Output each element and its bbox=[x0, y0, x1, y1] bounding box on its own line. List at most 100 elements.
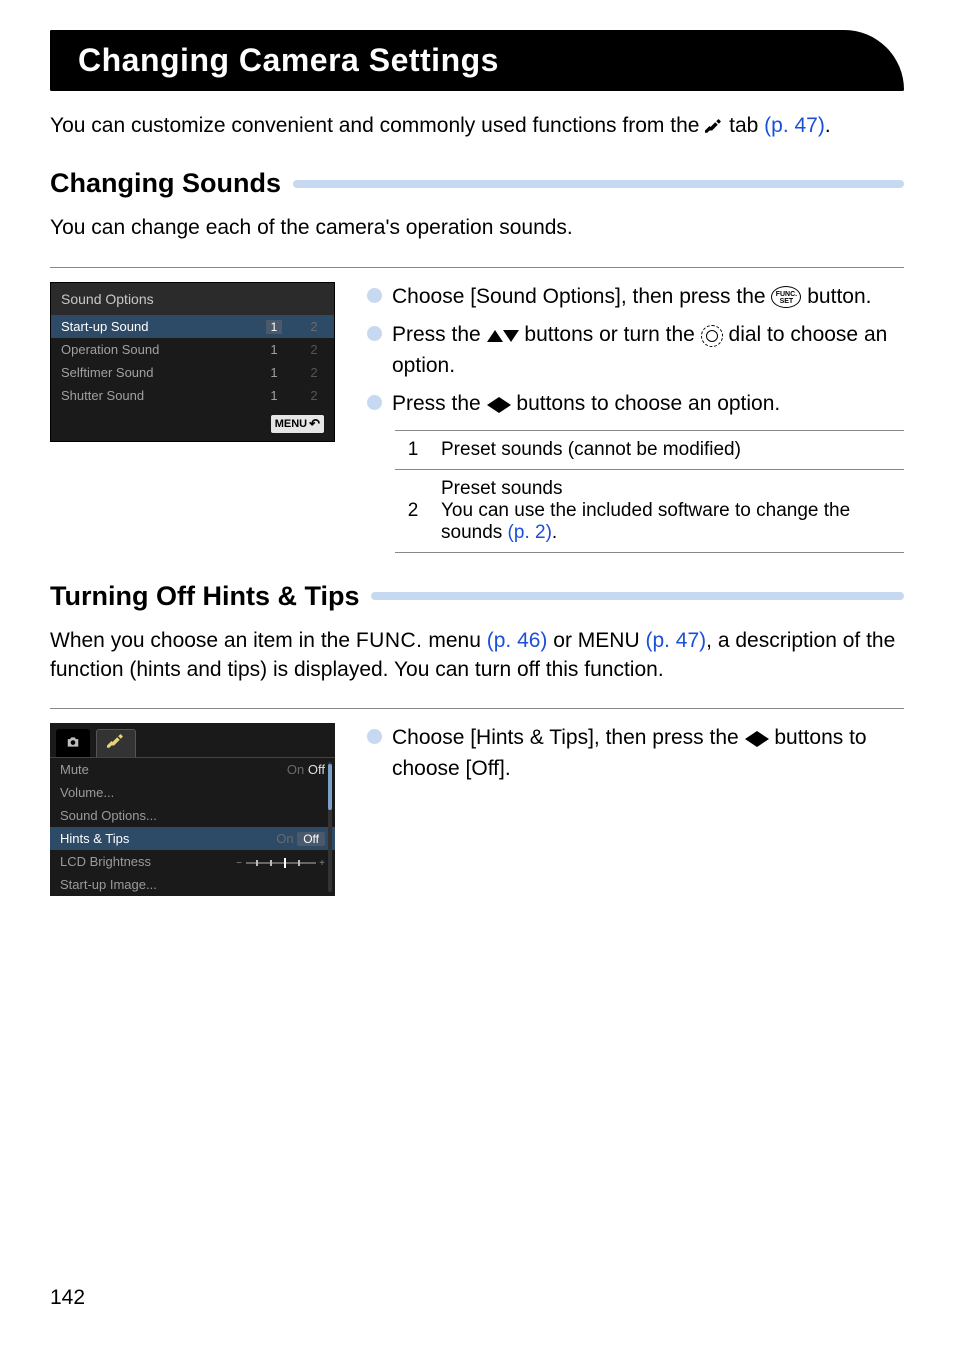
section2-heading-row: Turning Off Hints & Tips bbox=[50, 581, 904, 612]
lcd-row-shutter-v1: 1 bbox=[254, 384, 294, 407]
lcd-row-startup-label: Start-up Sound bbox=[51, 315, 254, 338]
intro-page-ref: (p. 47) bbox=[764, 114, 825, 137]
mute-on: On bbox=[287, 762, 304, 777]
func-set-button-icon: FUNC.SET bbox=[771, 286, 801, 308]
right-triangle-icon bbox=[757, 731, 769, 747]
s2-link1: (p. 46) bbox=[487, 629, 548, 652]
hints-label: Hints & Tips bbox=[50, 827, 194, 850]
lcd-row-selftimer-v1: 1 bbox=[254, 361, 294, 384]
section1-divider bbox=[50, 267, 904, 268]
func-label: FUNC. bbox=[356, 629, 423, 652]
tools-icon bbox=[107, 732, 125, 753]
left-triangle-icon bbox=[745, 731, 757, 747]
intro-prefix: You can customize convenient and commonl… bbox=[50, 114, 705, 137]
table-row: 2 Preset sounds You can use the included… bbox=[395, 469, 904, 552]
b2-text-b: buttons or turn the bbox=[524, 323, 700, 346]
chapter-title-bar: Changing Camera Settings bbox=[50, 30, 904, 91]
s2-bullet-a: Choose [Hints & Tips], then press the bbox=[392, 726, 745, 749]
b1-text-a: Choose [Sound Options], then press the bbox=[392, 285, 771, 308]
lcd-row-operation: Operation Sound 1 2 bbox=[51, 338, 334, 361]
lcd-row-startup: Start-up Sound 1 2 bbox=[51, 315, 334, 338]
camera-icon bbox=[66, 736, 80, 748]
camera-tab bbox=[56, 729, 90, 757]
mute-off: Off bbox=[308, 762, 325, 777]
preset-row2-line2a: You can use the included software to cha… bbox=[441, 500, 850, 543]
volume-label: Volume... bbox=[50, 781, 335, 804]
section2-divider bbox=[50, 708, 904, 709]
right-triangle-icon bbox=[499, 397, 511, 413]
b2-text-a: Press the bbox=[392, 323, 487, 346]
bullet-dot bbox=[367, 729, 382, 744]
hints-off: Off bbox=[297, 832, 325, 846]
lcd-row-shutter-label: Shutter Sound bbox=[51, 384, 254, 407]
preset-table: 1 Preset sounds (cannot be modified) 2 P… bbox=[395, 430, 904, 553]
section1-heading-row: Changing Sounds bbox=[50, 168, 904, 199]
bullet-dot bbox=[367, 395, 382, 410]
control-dial-icon bbox=[701, 325, 723, 347]
lcd-row-selftimer-v2: 2 bbox=[294, 361, 334, 384]
menu-scrollbar bbox=[328, 762, 332, 892]
setup-menu-screenshot: Mute On Off Volume... Sound Options... bbox=[50, 723, 335, 896]
menu-badge-text: MENU bbox=[275, 418, 307, 430]
mute-label: Mute bbox=[50, 758, 194, 781]
down-triangle-icon bbox=[503, 330, 519, 342]
up-triangle-icon bbox=[487, 330, 503, 342]
intro-tab-word: tab bbox=[729, 114, 764, 137]
s2-desc-a: When you choose an item in the bbox=[50, 629, 356, 652]
section1-desc: You can change each of the camera's oper… bbox=[50, 213, 904, 242]
preset-row1-text: Preset sounds (cannot be modified) bbox=[431, 430, 904, 469]
s2-desc-b: menu bbox=[428, 629, 486, 652]
bullet-1: Choose [Sound Options], then press the F… bbox=[367, 282, 904, 312]
menu-row-sound: Sound Options... bbox=[50, 804, 335, 827]
lcd-row-operation-label: Operation Sound bbox=[51, 338, 254, 361]
b3-text-a: Press the bbox=[392, 392, 487, 415]
s2-link2: (p. 47) bbox=[645, 629, 706, 652]
section1-rule bbox=[293, 180, 904, 188]
lcd-row-operation-v2: 2 bbox=[294, 338, 334, 361]
intro-period: . bbox=[825, 114, 831, 137]
bullet-3: Press the buttons to choose an option. bbox=[367, 389, 904, 419]
section2-bullet: Choose [Hints & Tips], then press the bu… bbox=[367, 723, 904, 784]
hints-on: On bbox=[276, 831, 293, 846]
page-number: 142 bbox=[50, 1286, 85, 1310]
menu-row-brightness: LCD Brightness − + bbox=[50, 850, 335, 873]
preset-row2-link: (p. 2) bbox=[508, 522, 552, 543]
section2-heading: Turning Off Hints & Tips bbox=[50, 581, 359, 612]
menu-row-mute: Mute On Off bbox=[50, 758, 335, 781]
startup-image-label: Start-up Image... bbox=[50, 873, 335, 896]
s2-desc-c: or MENU bbox=[553, 629, 645, 652]
lcd-row-operation-v1: 1 bbox=[254, 338, 294, 361]
lcd-row-startup-v2: 2 bbox=[294, 315, 334, 338]
lcd-row-shutter: Shutter Sound 1 2 bbox=[51, 384, 334, 407]
b3-text-b: buttons to choose an option. bbox=[516, 392, 780, 415]
section1-heading: Changing Sounds bbox=[50, 168, 281, 199]
lcd-row-startup-v1: 1 bbox=[266, 320, 283, 334]
b1-text-b: button. bbox=[807, 285, 871, 308]
brightness-label: LCD Brightness bbox=[50, 850, 194, 873]
tools-tab-icon bbox=[705, 115, 723, 137]
table-row: 1 Preset sounds (cannot be modified) bbox=[395, 430, 904, 469]
undo-arrow-icon: ↶ bbox=[309, 416, 320, 432]
preset-row2-line1: Preset sounds bbox=[441, 478, 894, 500]
menu-row-volume: Volume... bbox=[50, 781, 335, 804]
bullet-2: Press the buttons or turn the dial to ch… bbox=[367, 320, 904, 381]
menu-row-startup-image: Start-up Image... bbox=[50, 873, 335, 896]
tools-tab bbox=[96, 729, 136, 757]
bullet-dot bbox=[367, 288, 382, 303]
lcd-title: Sound Options bbox=[51, 283, 334, 315]
lcd-row-selftimer-label: Selftimer Sound bbox=[51, 361, 254, 384]
sound-options-screenshot: Sound Options Start-up Sound 1 2 Operati… bbox=[50, 282, 335, 442]
preset-row2-num: 2 bbox=[395, 469, 431, 552]
bullet-dot bbox=[367, 326, 382, 341]
preset-row2-cell: Preset sounds You can use the included s… bbox=[431, 469, 904, 552]
section2-rule bbox=[371, 592, 904, 600]
section2-desc: When you choose an item in the FUNC. men… bbox=[50, 626, 904, 685]
sound-options-label: Sound Options... bbox=[50, 804, 335, 827]
menu-row-hints: Hints & Tips On Off bbox=[50, 827, 335, 850]
menu-badge: MENU ↶ bbox=[271, 415, 324, 433]
intro-paragraph: You can customize convenient and commonl… bbox=[50, 111, 904, 140]
brightness-slider-icon bbox=[246, 860, 316, 866]
lcd-row-selftimer: Selftimer Sound 1 2 bbox=[51, 361, 334, 384]
left-triangle-icon bbox=[487, 397, 499, 413]
preset-row2-line2b: . bbox=[552, 522, 557, 543]
